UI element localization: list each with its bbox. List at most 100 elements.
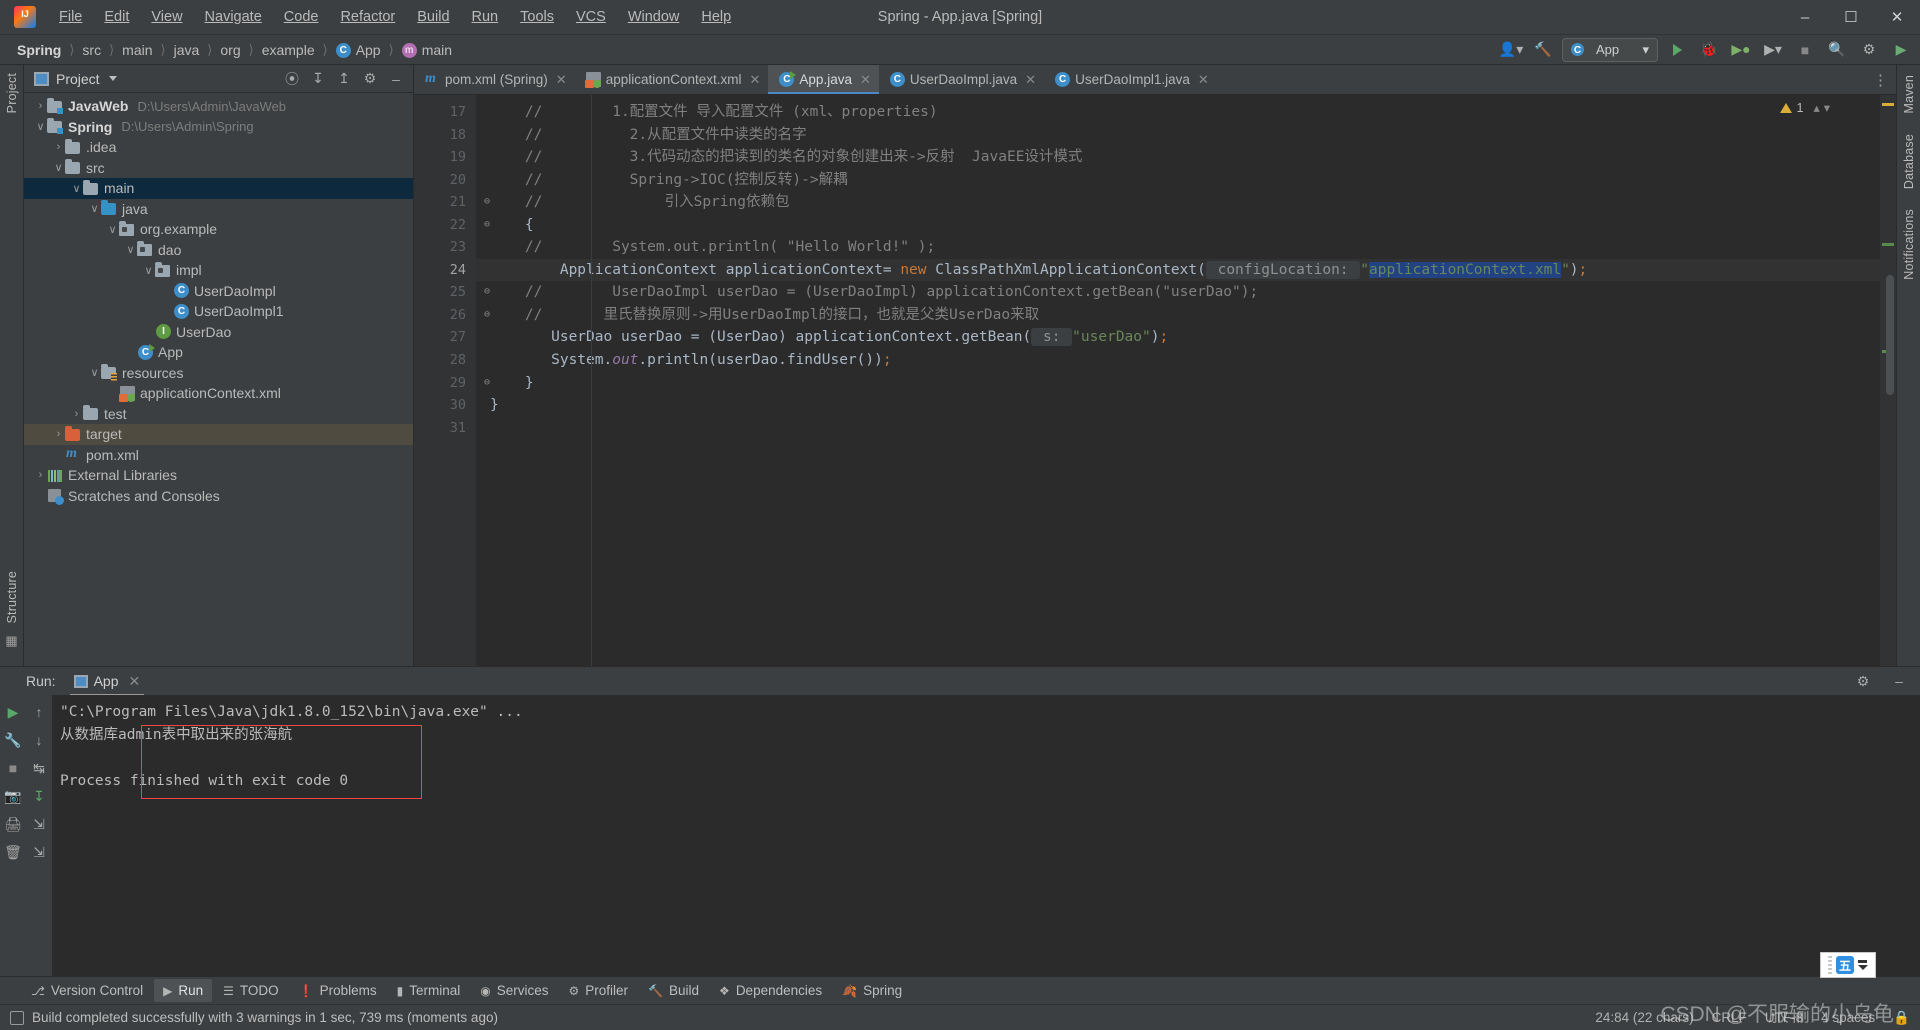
up-arrow-icon[interactable]: ↑ [26,699,52,725]
settings-gear-icon[interactable]: ⚙ [359,68,381,90]
gutter-line-26[interactable]: 26 ⊖ [414,304,490,327]
wrench-icon[interactable]: 🔧 [0,727,26,753]
tree-node-app[interactable]: App [24,342,413,363]
editor-tab-strip[interactable]: m pom.xml (Spring) ✕ applicationContext.xml… [414,65,1896,95]
tree-node-userdaoimpl1[interactable]: UserDaoImpl1 [24,301,413,322]
breadcrumb-src[interactable]: src [79,41,104,59]
menu-window[interactable]: Window [617,5,691,29]
export-icon[interactable]: ⇲ [26,839,52,865]
caret-position[interactable]: 24:84 (22 chars) [1595,1010,1693,1025]
menu-code[interactable]: Code [273,5,330,29]
close-icon[interactable]: ✕ [129,673,141,690]
structure-icon[interactable]: ▦ [5,633,17,649]
settings-gear-icon[interactable]: ⚙ [1856,38,1882,62]
gutter-line-20[interactable]: 20 [414,169,476,192]
print-icon[interactable]: 🖨 [0,811,26,837]
drag-dots-icon[interactable] [1828,956,1832,974]
trash-icon[interactable]: 🗑 [0,839,26,865]
gutter-line-24[interactable]: 24 [414,259,498,282]
bottom-tab-dependencies[interactable]: ❖ Dependencies [710,979,831,1002]
bottom-tab-profiler[interactable]: ⚙ Profiler [560,979,638,1002]
user-avatar-icon[interactable]: 👤▾ [1498,38,1524,62]
editor-tab-overflow[interactable]: ⋮ [1873,65,1896,94]
editor-gutter[interactable]: 17 18 19 20 21 ⊖ 22 ⊖ 23 24 25 ⊖ 26 ⊖ 27 28 29 ⊖ 30 31 [414,95,498,666]
rail-item-database[interactable]: Database [1902,134,1916,189]
expand-all-icon[interactable]: ↧ [307,68,329,90]
menu-refactor[interactable]: Refactor [329,5,406,29]
breadcrumb-main-folder[interactable]: main [119,41,155,59]
chevron-right-icon[interactable]: › [52,428,65,440]
editor-tab-userdaoimpl-java[interactable]: UserDaoImpl.java ✕ [879,65,1044,94]
close-icon[interactable]: ✕ [860,72,871,88]
minimize-icon[interactable]: – [1782,0,1828,35]
tree-node-dao[interactable]: ∨ dao [24,240,413,261]
chevron-down-icon[interactable]: ∨ [124,243,137,256]
code-line-25[interactable]: // UserDaoImpl userDao = (UserDaoImpl) a… [476,281,1880,304]
rail-item-notifications[interactable]: Notifications [1902,209,1916,280]
menu-vcs[interactable]: VCS [565,5,617,29]
rail-item-maven[interactable]: Maven [1902,75,1916,114]
breadcrumb-example[interactable]: example [259,41,318,59]
close-icon[interactable]: ✕ [1025,72,1036,88]
editor-tab-userdaoimpl1-java[interactable]: UserDaoImpl1.java ✕ [1044,65,1217,94]
close-icon[interactable]: ✕ [750,72,761,88]
code-line-29[interactable]: } [476,372,1880,395]
maximize-icon[interactable]: ☐ [1828,0,1874,35]
editor-scrollbar-thumb[interactable] [1886,275,1894,395]
down-arrow-icon[interactable]: ↓ [26,727,52,753]
tree-node-external-libraries[interactable]: › External Libraries [24,465,413,486]
debug-bug-icon[interactable]: 🐞 [1696,38,1722,62]
tree-node-userdao[interactable]: UserDao [24,322,413,343]
editor-tab-applicationcontext-xml[interactable]: applicationContext.xml ✕ [575,65,769,94]
bottom-tool-tabs[interactable]: ⎇ Version Control ▶ Run ☰ TODO ❗ Problems ▮ Termi… [0,976,1920,1004]
bottom-tab-problems[interactable]: ❗ Problems [290,979,386,1002]
chevron-up-icon[interactable]: ▴ [1813,100,1819,115]
tree-node--idea[interactable]: › .idea [24,137,413,158]
breadcrumb-main-method[interactable]: main [399,41,455,59]
wrap-text-icon[interactable]: ↹ [26,755,52,781]
chevron-right-icon[interactable]: › [34,469,47,481]
chevron-down-icon[interactable]: ∨ [34,120,47,133]
chevron-down-icon[interactable]: ∨ [88,202,101,215]
gutter-line-17[interactable]: 17 [414,101,476,124]
menu-help[interactable]: Help [690,5,742,29]
tree-node-resources[interactable]: ∨ resources [24,363,413,384]
bottom-tab-services[interactable]: ◉ Services [471,979,557,1002]
code-editor[interactable]: // 1.配置文件 导入配置文件 (xml、properties) // 2.从… [476,95,1880,666]
gutter-line-18[interactable]: 18 [414,124,476,147]
chevron-right-icon[interactable]: › [70,408,83,420]
gutter-line-19[interactable]: 19 [414,146,476,169]
code-line-19[interactable]: // 3.代码动态的把读到的类名的对象创建出来->反射 JavaEE设计模式 [476,146,1880,169]
collapse-all-icon[interactable]: ↥ [333,68,355,90]
breadcrumb-org[interactable]: org [217,41,243,59]
tree-node-pom-xml[interactable]: m pom.xml [24,445,413,466]
tree-node-org-example[interactable]: ∨ org.example [24,219,413,240]
run-console-output[interactable]: "C:\Program Files\Java\jdk1.8.0_152\bin\… [52,695,1920,976]
run-play-icon[interactable] [1664,38,1690,62]
code-line-18[interactable]: // 2.从配置文件中读类的名字 [476,124,1880,147]
locate-icon[interactable]: ⦿ [281,68,303,90]
chevron-down-icon[interactable]: ▾ [1824,100,1830,115]
tree-node-impl[interactable]: ∨ impl [24,260,413,281]
gutter-line-28[interactable]: 28 [414,349,476,372]
rerun-play-icon[interactable]: ▶ [0,699,26,725]
settings-gear-icon[interactable]: ⚙ [1850,668,1876,694]
close-icon[interactable]: ✕ [556,72,567,88]
close-icon[interactable]: ✕ [1874,0,1920,35]
tree-node-userdaoimpl[interactable]: UserDaoImpl [24,281,413,302]
bottom-tab-terminal[interactable]: ▮ Terminal [388,979,470,1002]
chevron-right-icon[interactable]: › [52,141,65,153]
lock-icon[interactable]: 🔒 [1893,1010,1910,1026]
bottom-tab-run[interactable]: ▶ Run [154,979,213,1002]
code-line-21[interactable]: // 引入Spring依赖包 [476,191,1880,214]
change-marker[interactable] [1882,243,1894,246]
tree-node-javaweb[interactable]: › JavaWeb D:\Users\Admin\JavaWeb [24,96,413,117]
gutter-line-21[interactable]: 21 ⊖ [414,191,490,214]
breadcrumb-app-class[interactable]: App [333,41,384,59]
menu-edit[interactable]: Edit [93,5,140,29]
run-tab-app[interactable]: App ✕ [66,670,149,696]
bottom-tab-todo[interactable]: ☰ TODO [214,979,288,1002]
chevron-down-icon[interactable]: ∨ [52,161,65,174]
line-separator[interactable]: CRLF [1712,1010,1747,1025]
camera-icon[interactable]: 📷 [0,783,26,809]
